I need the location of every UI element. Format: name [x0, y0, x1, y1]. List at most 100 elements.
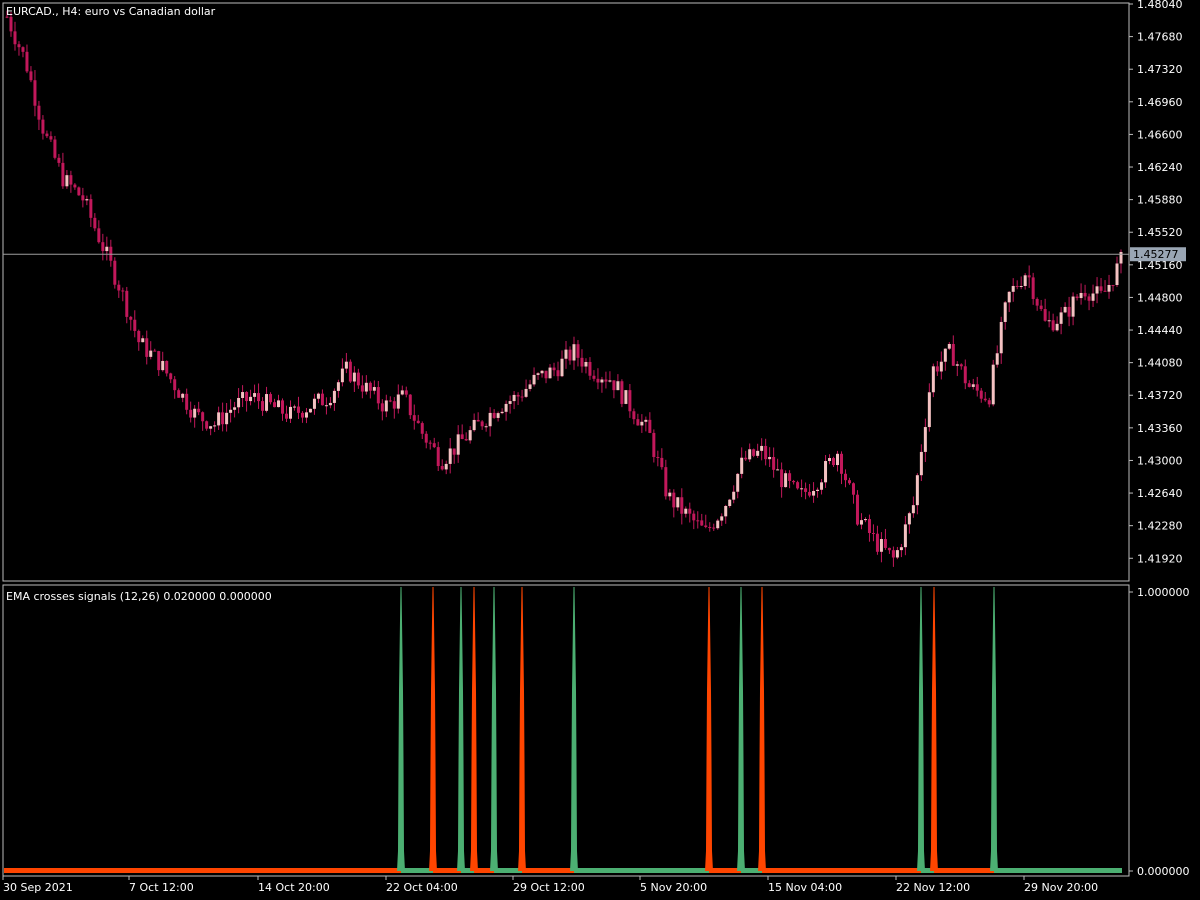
trading-chart[interactable]: 1.48040 1.47680 1.47320 1.46960 1.46600 1.462… — [0, 0, 1200, 900]
indicator-title: EMA crosses signals (12,26) 0.020000 0.0… — [6, 590, 272, 603]
candle-body — [668, 492, 672, 497]
price-axis-label: 1.48040 — [1137, 0, 1183, 11]
time-axis-label: 22 Oct 04:00 — [386, 881, 458, 894]
candle-body — [915, 475, 919, 506]
candle-body — [943, 348, 947, 362]
candle-body — [863, 519, 867, 521]
candle-body — [424, 433, 428, 443]
candle-body — [576, 344, 580, 358]
candle-body — [1119, 251, 1123, 264]
candle-body — [588, 361, 592, 376]
candle-body — [1075, 296, 1079, 299]
candle-body — [460, 434, 464, 439]
candle-body — [308, 408, 312, 413]
candle-body — [384, 400, 388, 412]
indicator-panel[interactable] — [2, 584, 1130, 877]
candle-body — [792, 480, 796, 483]
candle-body — [1095, 286, 1099, 294]
candle-body — [9, 16, 13, 32]
candle-body — [340, 368, 344, 383]
candle-body — [1059, 312, 1063, 324]
candle-body — [632, 411, 636, 420]
candle-body — [999, 321, 1003, 354]
candle-body — [273, 402, 277, 408]
candle-body — [169, 373, 173, 380]
main-panel[interactable] — [2, 2, 1130, 582]
candle-body — [1067, 306, 1071, 317]
candle-body — [1079, 292, 1083, 299]
candle-body — [153, 350, 157, 352]
indicator-axis: 1.000000 0.000000 — [1129, 586, 1190, 878]
candle-body — [939, 361, 943, 372]
candle-body — [600, 379, 604, 383]
candle-body — [612, 380, 616, 391]
candle-body — [113, 260, 117, 285]
candle-body — [257, 393, 261, 402]
candle-body — [448, 448, 452, 464]
candle-body — [967, 383, 971, 387]
time-axis-label: 30 Sep 2021 — [3, 881, 73, 894]
candle-body — [101, 242, 105, 252]
candle-body — [855, 494, 859, 525]
price-axis-label: 1.44800 — [1137, 291, 1183, 304]
candle-body — [165, 360, 169, 374]
candle-body — [185, 393, 189, 410]
candle-body — [971, 384, 975, 387]
candle-body — [947, 344, 951, 349]
candle-body — [963, 366, 967, 384]
candle-body — [955, 364, 959, 366]
candle-body — [1103, 290, 1107, 292]
candle-body — [412, 415, 416, 421]
candle-body — [157, 351, 161, 371]
candle-body — [875, 533, 879, 552]
candle-body — [452, 448, 456, 455]
candle-body — [352, 372, 356, 382]
candle-body — [61, 162, 65, 187]
price-axis-label: 1.45520 — [1137, 226, 1183, 239]
candle-body — [356, 372, 360, 386]
signal-baseline — [494, 868, 522, 873]
current-price-tag-label: 1.45277 — [1133, 248, 1179, 261]
candle-body — [692, 513, 696, 521]
candle-body — [640, 421, 644, 426]
candle-body — [983, 398, 987, 401]
candle-body — [1019, 285, 1023, 287]
candle-body — [784, 473, 788, 488]
candle-body — [636, 419, 640, 426]
candle-body — [744, 457, 748, 460]
candle-body — [895, 550, 899, 558]
candle-body — [684, 508, 688, 514]
candle-body — [991, 364, 995, 405]
candle-body — [564, 349, 568, 359]
candle-body — [360, 385, 364, 392]
candle-body — [281, 400, 285, 414]
candle-body — [676, 497, 680, 508]
signal-baseline — [433, 868, 461, 873]
candle-body — [428, 442, 432, 444]
candle-body — [440, 466, 444, 470]
candle-body — [871, 533, 875, 535]
candle-body — [213, 425, 217, 427]
candle-body — [492, 412, 496, 418]
candle-body — [923, 427, 927, 452]
candle-body — [1087, 296, 1091, 301]
time-axis-label: 14 Oct 20:00 — [258, 881, 330, 894]
candle-body — [249, 396, 253, 402]
candle-body — [644, 419, 648, 422]
candle-body — [105, 246, 109, 252]
signal-baseline — [522, 868, 574, 873]
signal-baseline — [574, 868, 709, 873]
candle-body — [712, 527, 716, 529]
candle-body — [117, 284, 121, 291]
candle-body — [840, 453, 844, 474]
candle-body — [484, 426, 488, 428]
candle-body — [927, 392, 931, 428]
candle-body — [704, 525, 708, 527]
candle-body — [277, 400, 281, 408]
price-axis: 1.48040 1.47680 1.47320 1.46960 1.46600 1.462… — [1129, 0, 1183, 565]
time-axis: 30 Sep 2021 7 Oct 12:00 14 Oct 20:00 22 Oct… — [2, 876, 1098, 894]
candle-body — [524, 388, 528, 397]
current-price-tag: 1.45277 — [1130, 247, 1186, 262]
candle-body — [456, 434, 460, 455]
candle-body — [1107, 284, 1111, 292]
